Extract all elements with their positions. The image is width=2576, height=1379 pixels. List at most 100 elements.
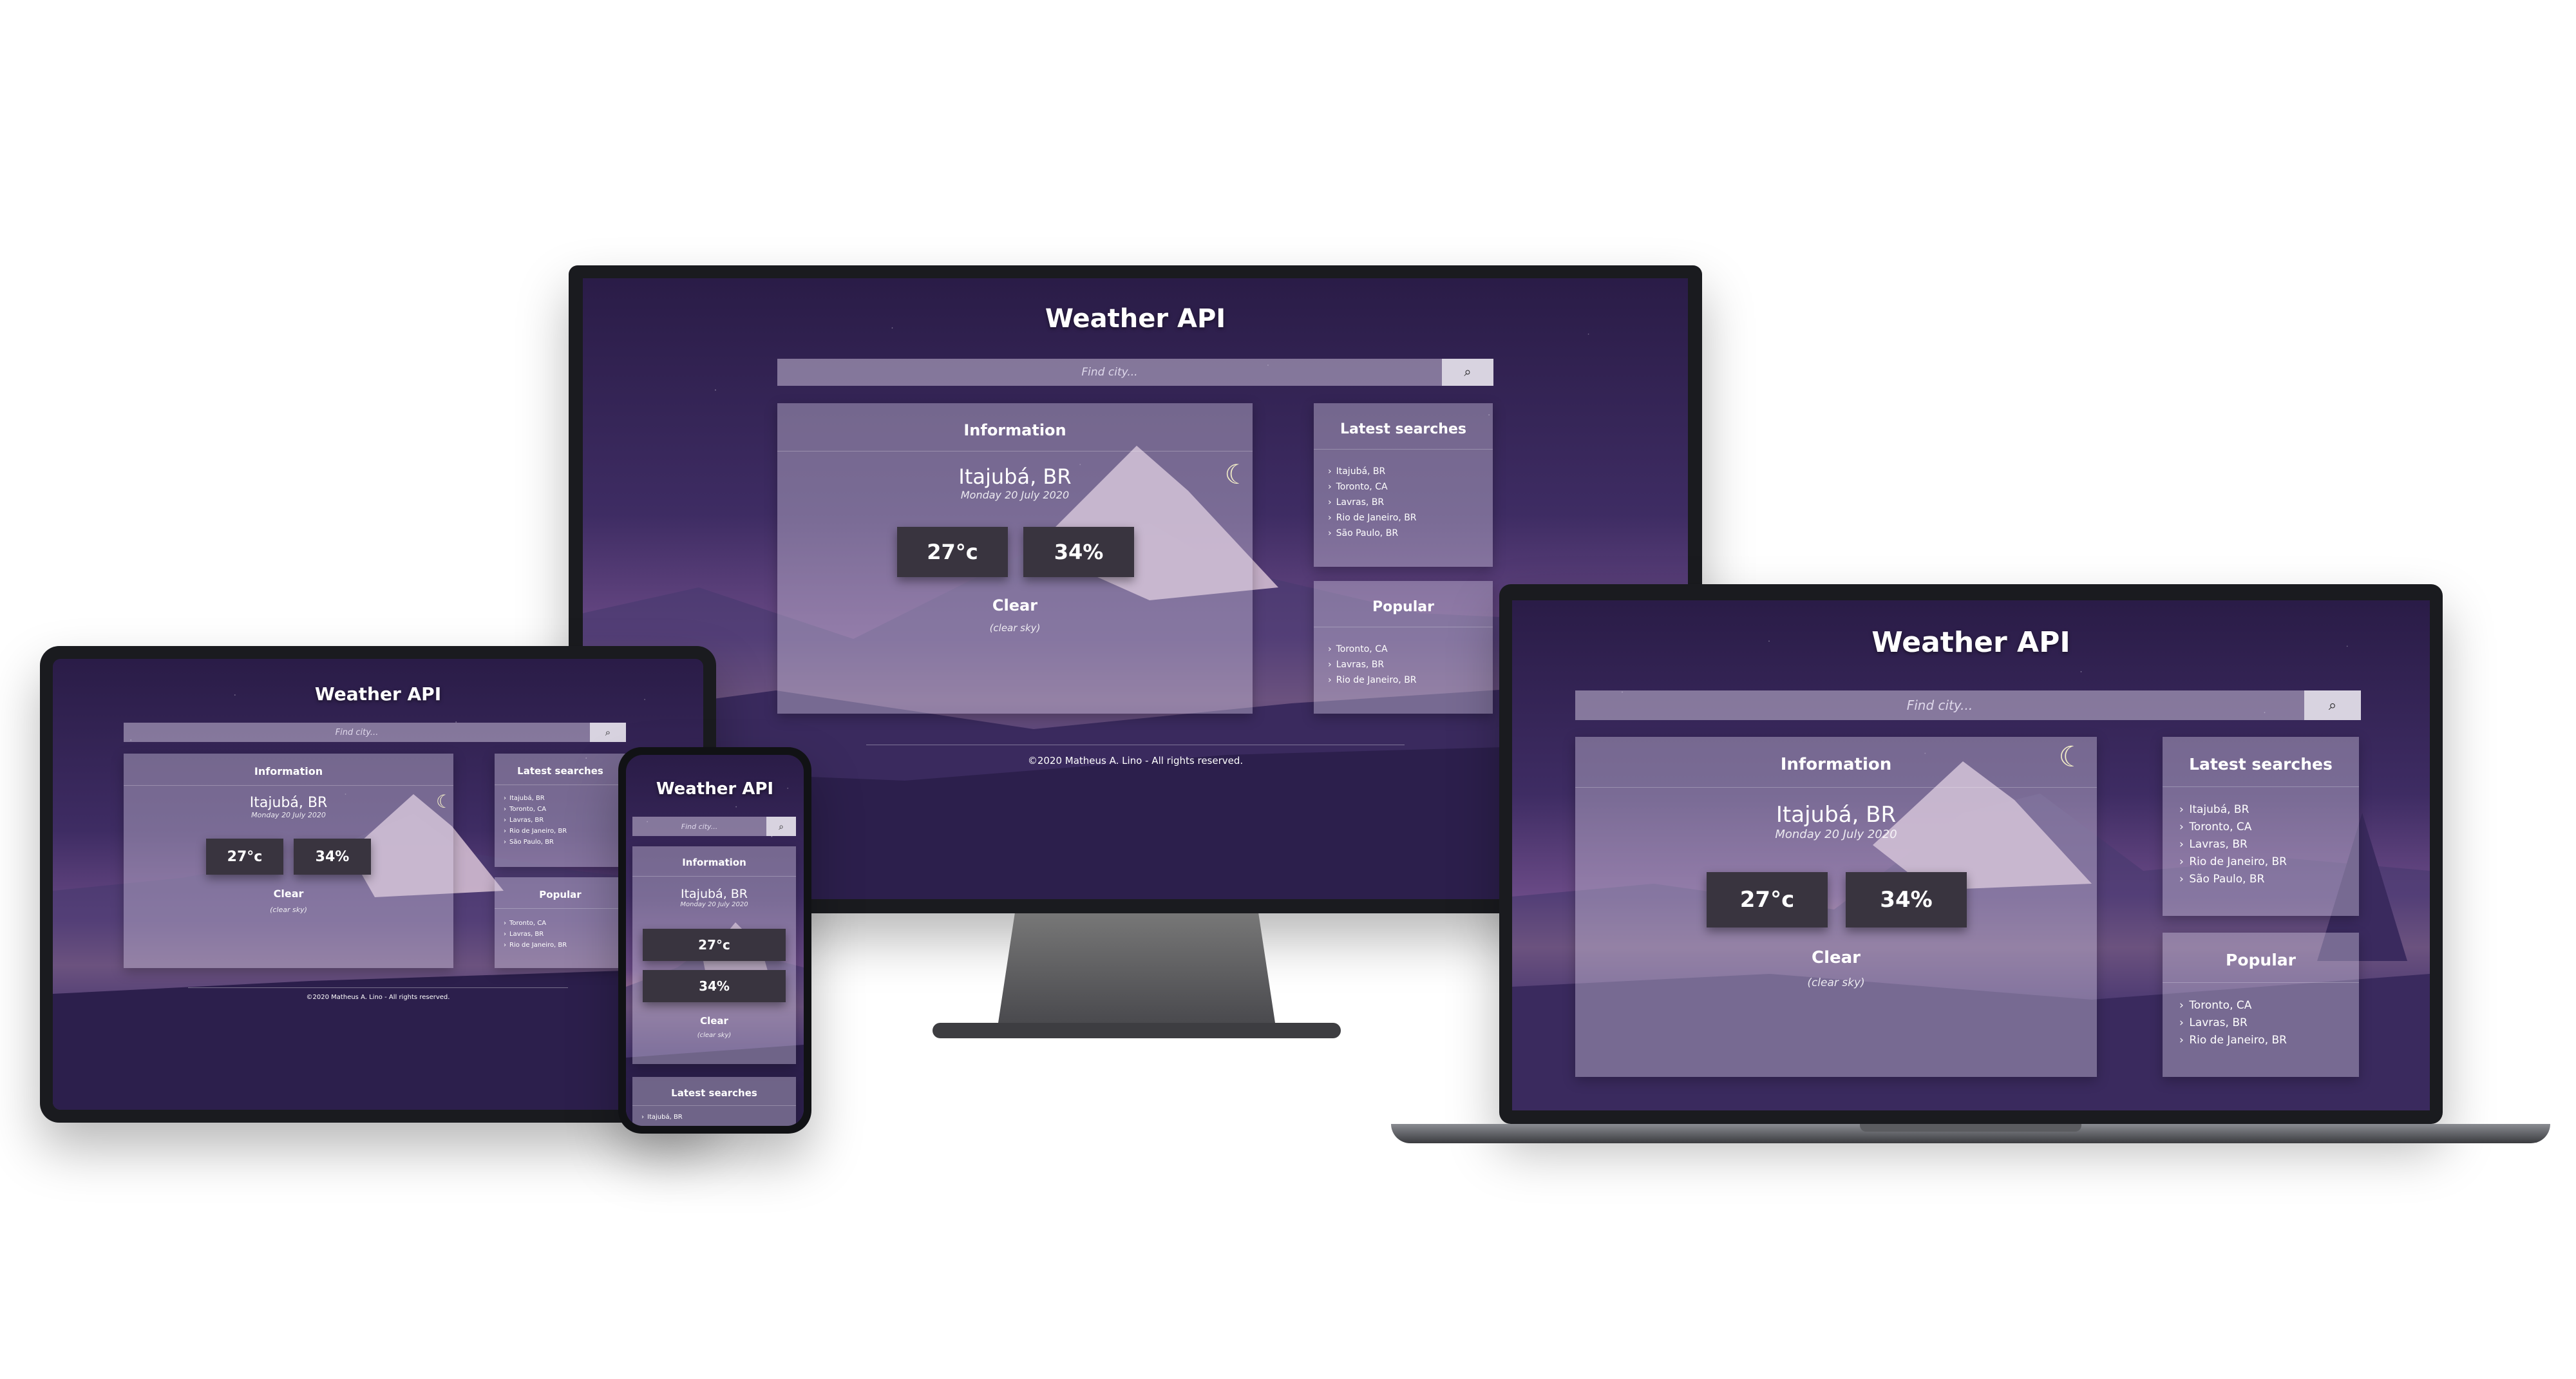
laptop-notch [1860, 1124, 2081, 1132]
popular-panel: Popular Toronto, CA Lavras, BR Rio de Ja… [495, 877, 626, 968]
condition-description: (clear sky) [989, 622, 1041, 634]
latest-searches-title: Latest searches [495, 754, 626, 785]
popular-title: Popular [495, 877, 626, 909]
search-button[interactable]: ⌕ [1442, 359, 1493, 386]
information-panel: Information Itajubá, BR Monday 20 July 2… [632, 846, 796, 1064]
list-item[interactable]: Rio de Janeiro, BR [1328, 672, 1493, 688]
moon-icon: ☾ [2058, 741, 2084, 774]
condition-description: (clear sky) [270, 906, 307, 914]
phone-screen: Weather API ⌕ Information Itajubá, BR Mo… [626, 755, 804, 1126]
list-item[interactable]: Toronto, CA [504, 918, 626, 929]
list-item[interactable]: São Paulo, BR [2179, 871, 2359, 888]
tablet-screen: Weather API ⌕ Information Itajubá, BR Mo… [53, 659, 703, 1110]
latest-searches-list: Itajubá, BR [632, 1106, 796, 1123]
city-name: Itajubá, BR [680, 887, 748, 901]
list-item[interactable]: São Paulo, BR [504, 837, 626, 848]
list-item[interactable]: Itajubá, BR [1328, 464, 1493, 479]
city-name: Itajubá, BR [1776, 802, 1897, 828]
latest-searches-panel: Latest searches Itajubá, BR [632, 1077, 796, 1126]
list-item[interactable]: Lavras, BR [2179, 836, 2359, 853]
information-title: Information [1575, 737, 2097, 788]
search-button[interactable]: ⌕ [766, 817, 796, 836]
latest-searches-title: Latest searches [632, 1077, 796, 1106]
date-label: Monday 20 July 2020 [680, 901, 748, 908]
temperature-badge: 27°c [643, 929, 786, 961]
app-title: Weather API [1871, 626, 2070, 659]
search-button[interactable]: ⌕ [2304, 690, 2361, 720]
list-item[interactable]: Toronto, CA [1328, 642, 1493, 657]
condition-label: Clear [273, 888, 304, 900]
humidity-badge: 34% [1846, 872, 1967, 927]
date-label: Monday 20 July 2020 [251, 811, 326, 819]
list-item[interactable]: São Paulo, BR [1328, 526, 1493, 541]
condition-label: Clear [700, 1015, 728, 1027]
laptop-screen: Weather API ⌕ Information Itajubá, BR Mo… [1512, 600, 2430, 1110]
list-item[interactable]: Toronto, CA [1328, 479, 1493, 495]
search-input[interactable] [632, 817, 766, 836]
list-item[interactable]: Lavras, BR [504, 815, 626, 826]
moon-icon: ☾ [435, 791, 452, 812]
search-button[interactable]: ⌕ [590, 723, 626, 742]
condition-description: (clear sky) [1807, 976, 1865, 989]
app-title: Weather API [314, 683, 442, 705]
list-item[interactable]: Itajubá, BR [504, 793, 626, 804]
list-item[interactable]: Rio de Janeiro, BR [504, 826, 626, 837]
information-title: Information [632, 846, 796, 877]
information-title: Information [777, 403, 1253, 452]
list-item[interactable]: Lavras, BR [504, 929, 626, 940]
date-label: Monday 20 July 2020 [960, 489, 1070, 501]
search-bar: ⌕ [1575, 690, 2361, 720]
popular-list: Toronto, CA Lavras, BR Rio de Janeiro, B… [1314, 627, 1493, 688]
latest-searches-panel: Latest searches Itajubá, BR Toronto, CA … [495, 754, 626, 867]
search-icon: ⌕ [1464, 365, 1472, 379]
search-bar: ⌕ [124, 723, 626, 742]
monitor-stand [998, 913, 1275, 1023]
information-panel: Information Itajubá, BR Monday 20 July 2… [124, 754, 453, 968]
list-item[interactable]: Toronto, CA [2179, 819, 2359, 836]
information-panel: Information Itajubá, BR Monday 20 July 2… [777, 403, 1253, 714]
latest-searches-list: Itajubá, BR Toronto, CA Lavras, BR Rio d… [495, 785, 626, 848]
moon-icon: ☾ [1224, 459, 1249, 490]
search-bar: ⌕ [632, 817, 796, 836]
popular-list: Toronto, CA Lavras, BR Rio de Janeiro, B… [2163, 983, 2359, 1049]
temperature-badge: 27°c [1707, 872, 1828, 927]
list-item[interactable]: Toronto, CA [2179, 997, 2359, 1014]
list-item[interactable]: Toronto, CA [504, 804, 626, 815]
popular-panel: Popular Toronto, CA Lavras, BR Rio de Ja… [1314, 581, 1493, 714]
search-input[interactable] [124, 723, 590, 742]
latest-searches-title: Latest searches [1314, 403, 1493, 450]
search-input[interactable] [777, 359, 1442, 386]
search-icon: ⌕ [2328, 697, 2337, 713]
list-item[interactable]: Rio de Janeiro, BR [1328, 510, 1493, 526]
list-item[interactable]: Lavras, BR [1328, 657, 1493, 672]
list-item[interactable]: Itajubá, BR [2179, 801, 2359, 819]
list-item[interactable]: Rio de Janeiro, BR [504, 940, 626, 951]
app-title: Weather API [656, 779, 774, 799]
condition-description: (clear sky) [697, 1032, 732, 1039]
list-item[interactable]: Lavras, BR [1328, 495, 1493, 510]
search-icon: ⌕ [605, 727, 611, 738]
list-item[interactable]: Rio de Janeiro, BR [2179, 1032, 2359, 1049]
latest-searches-panel: Latest searches Itajubá, BR Toronto, CA … [2163, 737, 2359, 916]
popular-title: Popular [2163, 933, 2359, 983]
humidity-badge: 34% [294, 839, 371, 875]
humidity-badge: 34% [643, 970, 786, 1002]
search-input[interactable] [1575, 690, 2304, 720]
latest-searches-panel: Latest searches Itajubá, BR Toronto, CA … [1314, 403, 1493, 567]
information-title: Information [124, 754, 453, 786]
monitor-base [933, 1023, 1341, 1038]
list-item[interactable]: Rio de Janeiro, BR [2179, 853, 2359, 871]
latest-searches-title: Latest searches [2163, 737, 2359, 787]
temperature-badge: 27°c [897, 527, 1008, 577]
condition-label: Clear [1812, 948, 1861, 967]
popular-title: Popular [1314, 581, 1493, 627]
popular-panel: Popular Toronto, CA Lavras, BR Rio de Ja… [2163, 933, 2359, 1077]
list-item[interactable]: Itajubá, BR [641, 1112, 796, 1123]
search-icon: ⌕ [779, 821, 784, 832]
city-name: Itajubá, BR [249, 795, 328, 811]
date-label: Monday 20 July 2020 [1775, 828, 1897, 841]
list-item[interactable]: Lavras, BR [2179, 1014, 2359, 1032]
app-title: Weather API [1045, 304, 1226, 334]
city-name: Itajubá, BR [958, 464, 1072, 489]
search-bar: ⌕ [777, 359, 1493, 386]
